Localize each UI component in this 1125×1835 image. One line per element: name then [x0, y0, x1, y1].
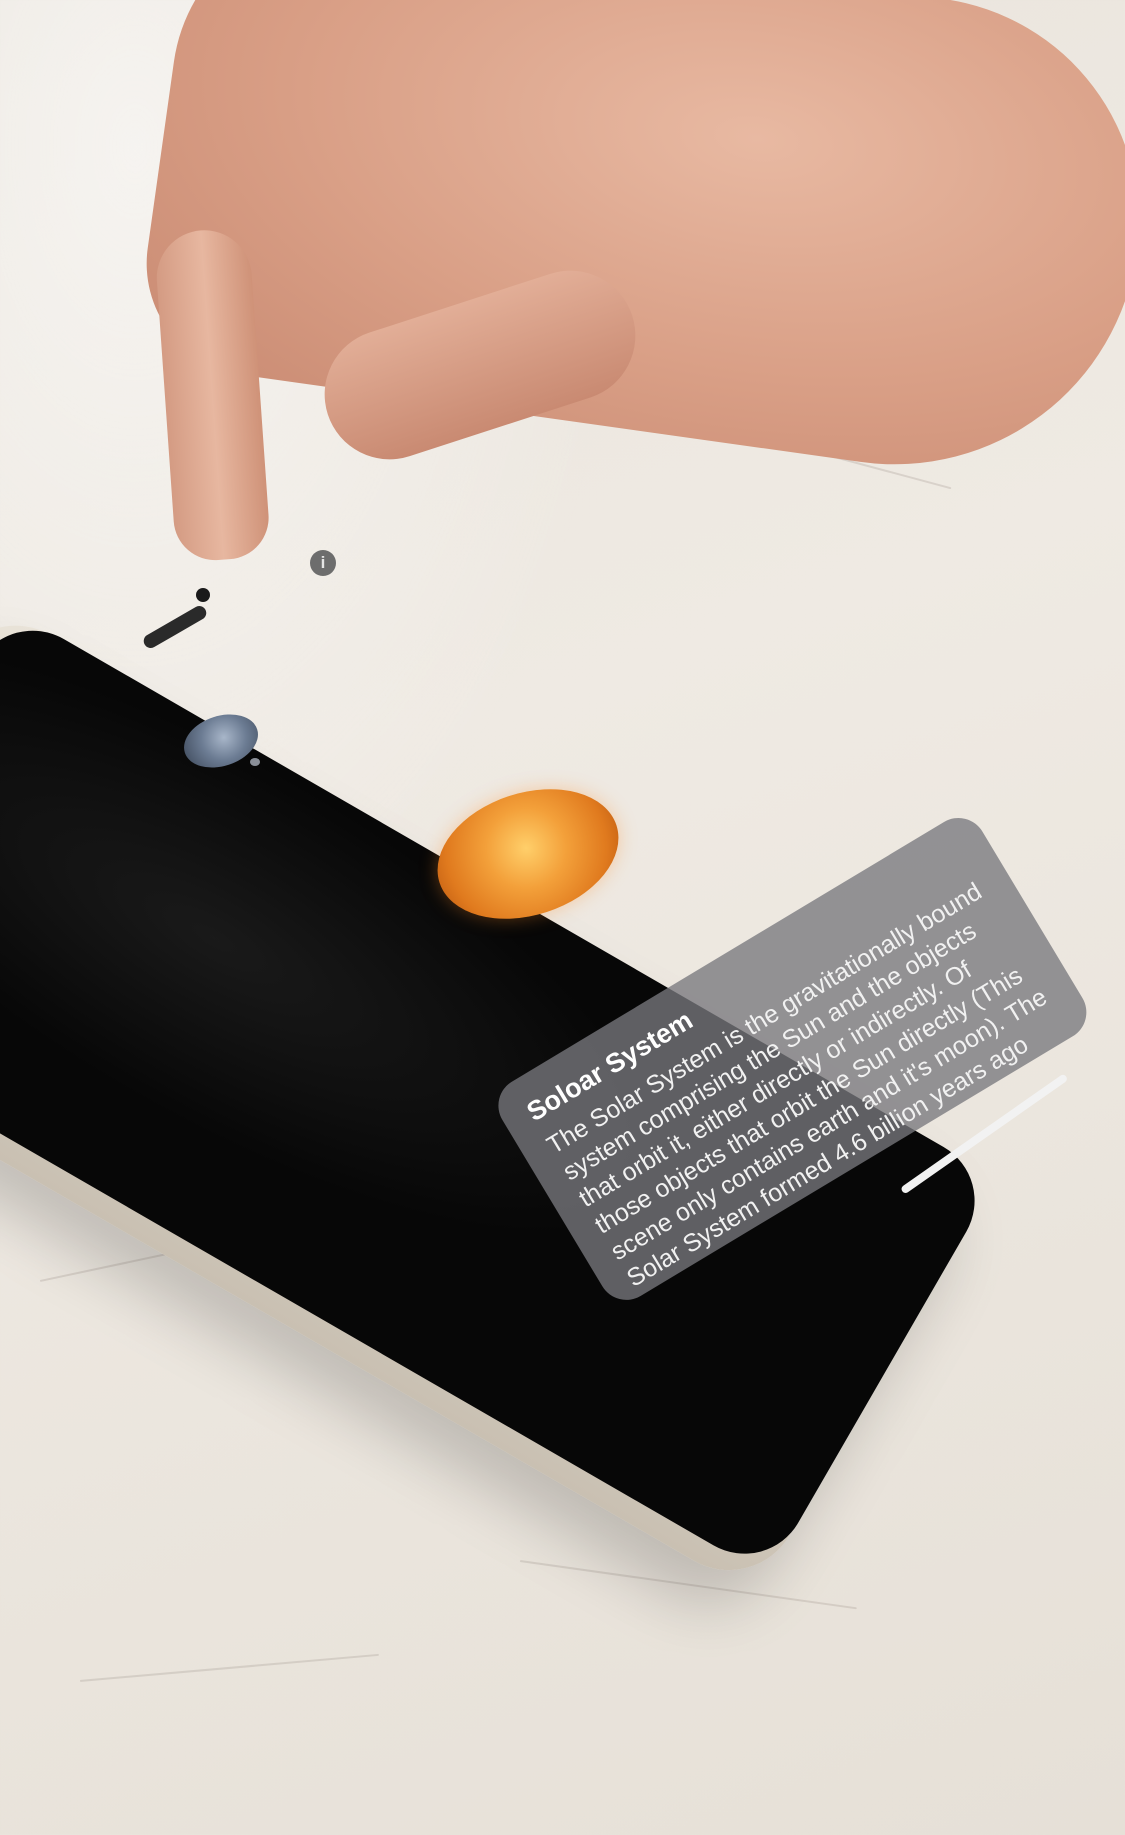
- moon[interactable]: [250, 758, 260, 766]
- front-camera: [196, 588, 210, 602]
- earpiece-speaker: [141, 603, 209, 651]
- info-icon[interactable]: i: [310, 550, 336, 576]
